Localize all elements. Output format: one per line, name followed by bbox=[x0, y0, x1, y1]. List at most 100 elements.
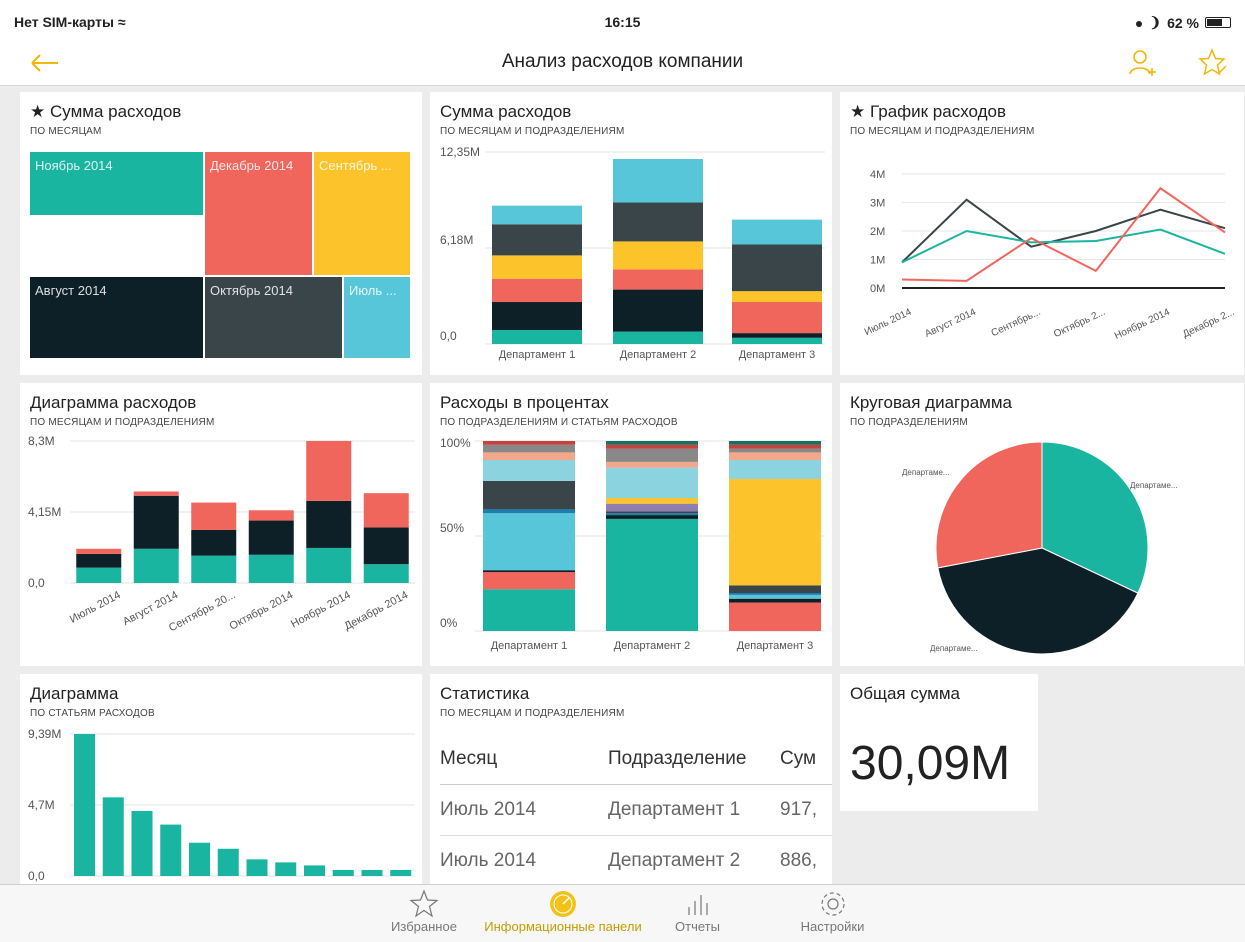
tile-title: Общая сумма bbox=[850, 684, 960, 703]
x-tick-label: Департамент 1 bbox=[491, 640, 568, 652]
x-tick-label: Июль 2014 bbox=[863, 307, 914, 339]
table-cell: 886, bbox=[780, 850, 817, 871]
bar-segment bbox=[191, 502, 237, 530]
tile-line-chart[interactable]: ★ График расходов ПО МЕСЯЦАМ И ПОДРАЗДЕЛ… bbox=[840, 92, 1244, 375]
treemap-cell: Июль ... bbox=[344, 277, 412, 360]
y-tick-label: 2M bbox=[870, 226, 885, 238]
y-tick-label: 4M bbox=[870, 169, 885, 181]
bar-segment bbox=[483, 441, 575, 445]
x-tick-label: Ноябрь 2014 bbox=[1112, 306, 1172, 342]
table-row: Июль 2014 Департамент 2 886, bbox=[440, 836, 832, 884]
tab-label: Избранное bbox=[391, 919, 457, 934]
bar-segment bbox=[732, 291, 822, 303]
bar-segment bbox=[732, 219, 822, 245]
table-cell: Департамент 2 bbox=[608, 850, 741, 871]
favorite-star-icon[interactable] bbox=[1196, 46, 1230, 80]
bar-segment bbox=[729, 448, 821, 453]
y-tick-label: 4,15M bbox=[28, 505, 61, 519]
bar-segment bbox=[483, 589, 575, 631]
tile-bar-chart[interactable]: Диаграмма ПО СТАТЬЯМ РАСХОДОВ 9,39M 4,7M 0… bbox=[20, 674, 422, 884]
y-tick-label: 0,0 bbox=[28, 576, 45, 590]
nav-bar: Анализ расходов компании bbox=[0, 40, 1245, 86]
bar-segment bbox=[492, 224, 582, 256]
tile-statistics[interactable]: Статистика ПО МЕСЯЦАМ И ПОДРАЗДЕЛЕНИЯМ М… bbox=[430, 674, 832, 884]
bar-segment bbox=[729, 598, 821, 603]
bar-segment bbox=[606, 441, 698, 445]
pie-label: Департаме... bbox=[930, 644, 978, 653]
status-bar: Нет SIM-карты ≈ 16:15 ● ❩ 62 % bbox=[0, 0, 1245, 40]
bar-segment bbox=[363, 527, 409, 565]
bar-segment bbox=[613, 241, 703, 270]
bar-segment bbox=[483, 460, 575, 481]
bar-segment bbox=[76, 553, 122, 568]
bar-segment bbox=[606, 448, 698, 462]
tile-pie-chart[interactable]: Круговая диаграмма ПО ПОДРАЗДЕЛЕНИЯМ Деп… bbox=[840, 383, 1244, 666]
percent-chart: 100% 50% 0% Департамент 1 Департамент 2 Депар… bbox=[440, 436, 825, 652]
pie-slice bbox=[935, 441, 1043, 569]
tile-treemap[interactable]: ★ Сумма расходов ПО МЕСЯЦАМ Ноябрь 2014 Д… bbox=[20, 92, 422, 375]
bar-segment bbox=[133, 491, 179, 496]
table-cell: Июль 2014 bbox=[440, 850, 537, 871]
bluetooth-icon: ❩ bbox=[1149, 14, 1162, 30]
battery-percent: 62 % bbox=[1167, 14, 1199, 31]
tab-bar: Избранное Информационные панели Отчеты Н… bbox=[0, 884, 1245, 942]
table-cell: 917, bbox=[780, 799, 817, 820]
bar-segment bbox=[732, 244, 822, 292]
status-right: ● ❩ 62 % bbox=[1135, 14, 1231, 31]
tile-kpi[interactable]: Общая сумма 30,09M bbox=[840, 674, 1038, 811]
reports-icon bbox=[655, 889, 740, 919]
bar-segment bbox=[133, 548, 179, 583]
kpi-value: 30,09M bbox=[850, 737, 1011, 790]
tab-reports[interactable]: Отчеты bbox=[655, 889, 740, 934]
add-user-icon[interactable] bbox=[1126, 46, 1160, 80]
y-tick-label: 6,18M bbox=[440, 233, 473, 247]
y-tick-label: 0,0 bbox=[440, 329, 457, 343]
y-tick-label: 4,7M bbox=[28, 798, 55, 812]
tab-dashboards[interactable]: Информационные панели bbox=[478, 889, 648, 934]
bar-segment bbox=[606, 498, 698, 504]
bar bbox=[304, 865, 325, 876]
page-title: Анализ расходов компании bbox=[501, 51, 744, 72]
tab-settings[interactable]: Настройки bbox=[785, 889, 880, 934]
bar-segment bbox=[729, 441, 821, 445]
bar bbox=[189, 842, 210, 876]
bar-segment bbox=[729, 479, 821, 586]
bar-segment bbox=[606, 444, 698, 449]
bar-segment bbox=[729, 594, 821, 599]
bar-segment bbox=[613, 158, 703, 203]
bar-segment bbox=[363, 493, 409, 528]
tile-stacked-bars[interactable]: Сумма расходов ПО МЕСЯЦАМ И ПОДРАЗДЕЛЕНИ… bbox=[430, 92, 832, 375]
tile-subtitle: ПО МЕСЯЦАМ И ПОДРАЗДЕЛЕНИЯМ bbox=[440, 708, 625, 719]
bar-segment bbox=[613, 202, 703, 242]
bar bbox=[332, 869, 354, 876]
bar-segment bbox=[492, 255, 582, 279]
tile-title-text: Сумма расходов bbox=[49, 102, 182, 121]
tab-label: Настройки bbox=[800, 919, 865, 934]
table-header: Месяц Подразделение Сум bbox=[440, 734, 832, 785]
bar-segment bbox=[613, 331, 703, 344]
x-tick-label: Сентябрь... bbox=[989, 306, 1042, 339]
treemap-cell: Декабрь 2014 bbox=[205, 152, 314, 277]
table-cell: Июль 2014 bbox=[440, 799, 537, 820]
bar bbox=[131, 810, 153, 876]
tile-column-chart[interactable]: Диаграмма расходов ПО МЕСЯЦАМ И ПОДРАЗДЕ… bbox=[20, 383, 422, 666]
tile-percent-chart[interactable]: Расходы в процентах ПО ПОДРАЗДЕЛЕНИЯМ И … bbox=[430, 383, 832, 666]
bar-segment bbox=[191, 555, 237, 583]
bar-segment bbox=[729, 460, 821, 479]
settings-icon bbox=[785, 889, 880, 919]
bar bbox=[275, 862, 297, 876]
x-tick-label: Декабрь 2014 bbox=[342, 589, 410, 633]
column-header: Сум bbox=[780, 748, 817, 769]
tile-title: Статистика bbox=[440, 684, 530, 703]
bar-segment bbox=[606, 518, 698, 631]
column-header: Месяц bbox=[440, 748, 498, 769]
alarm-icon: ● bbox=[1134, 14, 1144, 31]
x-tick-label: Департамент 2 bbox=[614, 640, 691, 652]
bar-segment bbox=[306, 547, 352, 583]
bar-segment bbox=[483, 452, 575, 460]
bar-segment bbox=[483, 572, 575, 590]
y-tick-label: 12,35M bbox=[440, 145, 480, 159]
y-tick-label: 50% bbox=[440, 521, 464, 535]
tab-favorites[interactable]: Избранное bbox=[374, 889, 474, 934]
bar-segment bbox=[729, 602, 821, 631]
